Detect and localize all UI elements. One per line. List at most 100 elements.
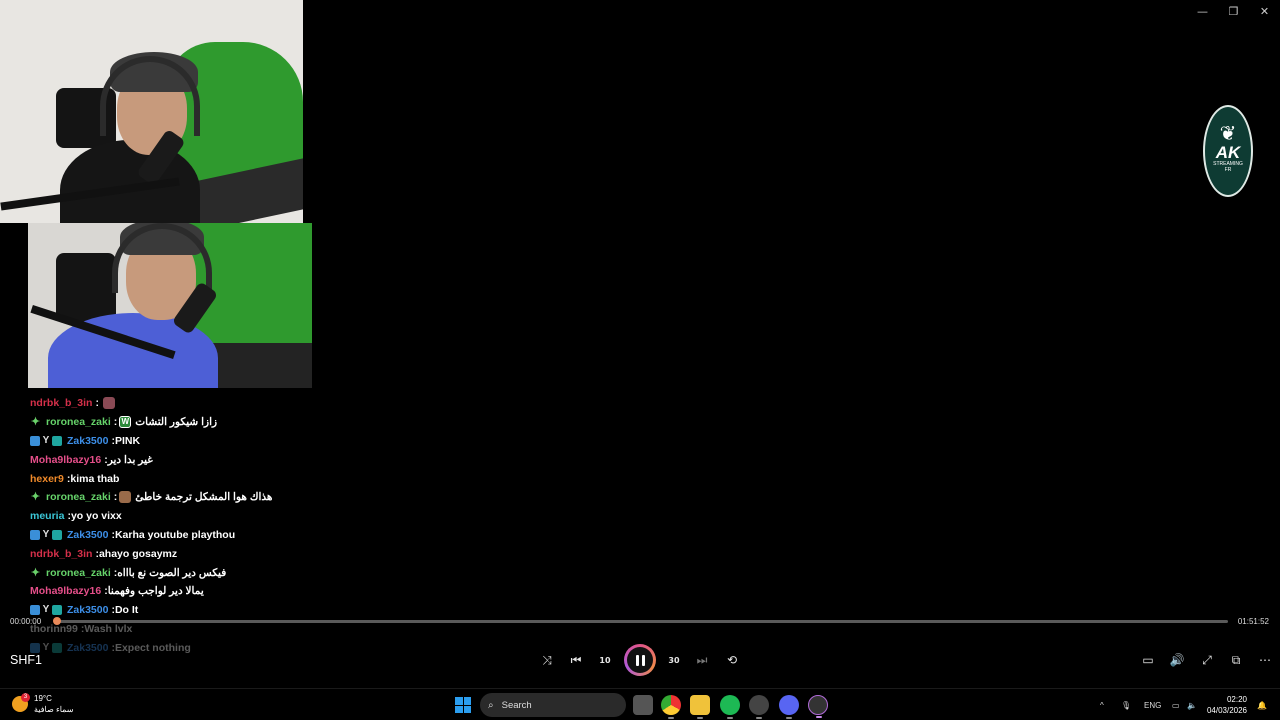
pause-button[interactable] xyxy=(624,644,656,676)
weather-temp: 19°C xyxy=(34,694,52,703)
chat-username[interactable]: roronea_zaki xyxy=(46,416,111,428)
chat-username[interactable]: Zak3500 xyxy=(67,435,108,447)
tray-chevron-icon[interactable]: ^ xyxy=(1100,689,1104,720)
weather-widget[interactable]: 3 19°C سماء صافية xyxy=(12,693,74,715)
weather-desc: سماء صافية xyxy=(34,705,74,714)
media-player-icon[interactable] xyxy=(808,695,828,718)
file-explorer-icon[interactable] xyxy=(690,695,710,719)
emote-icon xyxy=(119,491,132,504)
restore-button[interactable]: ❐ xyxy=(1218,0,1249,22)
seek-row: 00:00:00 01:51:52 xyxy=(0,612,1280,632)
emote-icon: W xyxy=(119,416,132,429)
cyan-badge-icon xyxy=(52,529,62,540)
chat-text: يمالا دير لواجب وفهمنا xyxy=(107,585,204,598)
chat-badges: ✦ xyxy=(30,567,43,578)
chat-message: Moha9lbazy16: يمالا دير لواجب وفهمنا xyxy=(30,582,350,601)
chat-message: ✦ roronea_zaki: فيكس دير الصوت نع باااه xyxy=(30,563,350,582)
search-icon: ⌕ xyxy=(488,699,494,711)
seek-thumb[interactable] xyxy=(53,617,62,625)
chat-message: Y Zak3500: Karha youtube playthou xyxy=(30,526,350,545)
shuffle-button[interactable]: ⤨ xyxy=(535,648,559,672)
chat-text: فيكس دير الصوت نع باااه xyxy=(117,566,227,579)
language-indicator[interactable]: ENG xyxy=(1144,689,1161,720)
steam-icon[interactable] xyxy=(749,695,769,719)
clock-date: 04/03/2026 xyxy=(1206,706,1247,715)
seek-bar[interactable] xyxy=(53,617,1228,625)
previous-button[interactable]: ⏮ xyxy=(564,648,588,672)
network-icon[interactable]: ▭ xyxy=(1172,689,1180,720)
logo-subtext: STREAMING FR xyxy=(1213,160,1243,173)
minimize-button[interactable]: — xyxy=(1187,0,1218,22)
current-time: 00:00:00 xyxy=(10,617,42,626)
search-placeholder: Search xyxy=(501,699,532,711)
pause-icon xyxy=(627,647,653,673)
channel-logo: ❦ AK STREAMING FR xyxy=(1203,105,1253,197)
chat-username[interactable]: meuria xyxy=(30,510,64,522)
chat-message: ✦ roronea_zaki: W زازا شيكور التشات xyxy=(30,413,350,432)
chat-message: hexer9: kima thab xyxy=(30,469,350,488)
y-badge-icon: Y xyxy=(42,528,50,540)
media-title: SHF1 xyxy=(10,653,42,667)
chat-message: ✦ roronea_zaki: هذاك هوا المشكل ترجمة خاط… xyxy=(30,488,350,507)
search-input[interactable]: ⌕ Search xyxy=(480,693,626,717)
volume-button[interactable]: 🔊 xyxy=(1165,648,1189,672)
notification-icon[interactable]: 🔔 xyxy=(1257,689,1267,720)
logo-text: AK xyxy=(1215,142,1241,162)
start-button[interactable] xyxy=(455,697,471,713)
chat-message: Y Zak3500: PINK xyxy=(30,432,350,451)
window-controls: — ❐ ✕ xyxy=(1187,0,1280,22)
chat-separator: : xyxy=(95,397,99,410)
fullscreen-button[interactable]: ⤢ xyxy=(1195,648,1219,672)
chat-text: ahayo gosaymz xyxy=(98,547,178,560)
spotify-icon[interactable] xyxy=(720,695,740,719)
chat-separator: : xyxy=(113,491,118,504)
close-button[interactable]: ✕ xyxy=(1249,0,1280,22)
next-button[interactable]: ⏭ xyxy=(690,648,714,672)
chat-text: PINK xyxy=(114,434,141,447)
chat-message: ndrbk_b_3in: ahayo gosaymz xyxy=(30,544,350,563)
chat-badges: ✦ xyxy=(30,417,43,428)
chat-username[interactable]: hexer9 xyxy=(30,473,64,485)
chat-username[interactable]: Moha9lbazy16 xyxy=(30,585,101,597)
chair xyxy=(56,253,116,323)
task-view-icon[interactable] xyxy=(633,695,653,715)
chat-message: meuria: yo yo vixx xyxy=(30,507,350,526)
blue-badge-icon xyxy=(30,529,40,540)
chat-username[interactable]: roronea_zaki xyxy=(46,491,111,503)
emote-icon xyxy=(102,397,115,410)
volume-icon[interactable]: 🔈 xyxy=(1187,689,1197,720)
chat-text: kima thab xyxy=(70,472,120,485)
repeat-button[interactable]: ⟲ xyxy=(720,648,744,672)
chat-message: Moha9lbazy16: غير بدا دير xyxy=(30,450,350,469)
clock[interactable]: 02:20 04/03/2026 xyxy=(1207,694,1247,716)
phoenix-icon: ❦ xyxy=(1219,122,1237,145)
forward-30-button[interactable]: 30 xyxy=(662,648,686,672)
moon-icon: 3 xyxy=(12,693,30,712)
y-badge-icon: Y xyxy=(42,434,50,446)
discord-icon[interactable] xyxy=(779,695,799,719)
chat-username[interactable]: ndrbk_b_3in xyxy=(30,397,92,409)
star-badge-icon: ✦ xyxy=(30,491,41,504)
chat-badges: Y xyxy=(30,528,64,540)
chat-username[interactable]: Moha9lbazy16 xyxy=(30,454,101,466)
rewind-10-button[interactable]: 10 xyxy=(593,648,617,672)
webcam-2 xyxy=(28,223,312,388)
webcam-1 xyxy=(0,0,303,223)
miniplayer-button[interactable]: ⧉ xyxy=(1224,648,1248,672)
weather-badge: 3 xyxy=(21,693,30,702)
chat-text: هذاك هوا المشكل ترجمة خاطئ xyxy=(135,491,273,504)
chat-username[interactable]: Zak3500 xyxy=(67,529,108,541)
subtitles-button[interactable]: ▭ xyxy=(1136,648,1160,672)
clock-time: 02:20 xyxy=(1226,695,1247,704)
chat-badges: Y xyxy=(30,434,64,446)
chat-text: Karha youtube playthou xyxy=(114,528,236,541)
more-button[interactable]: ⋯ xyxy=(1253,648,1277,672)
chat-username[interactable]: roronea_zaki xyxy=(46,567,111,579)
chat-badges: ✦ xyxy=(30,491,43,504)
chat-username[interactable]: ndrbk_b_3in xyxy=(30,548,92,560)
blue-badge-icon xyxy=(30,435,40,446)
chat-text: غير بدا دير xyxy=(107,453,153,466)
chrome-icon[interactable] xyxy=(661,695,681,719)
chat-message: ndrbk_b_3in: xyxy=(30,394,350,413)
microphone-icon[interactable]: 🎙 xyxy=(1121,689,1131,720)
